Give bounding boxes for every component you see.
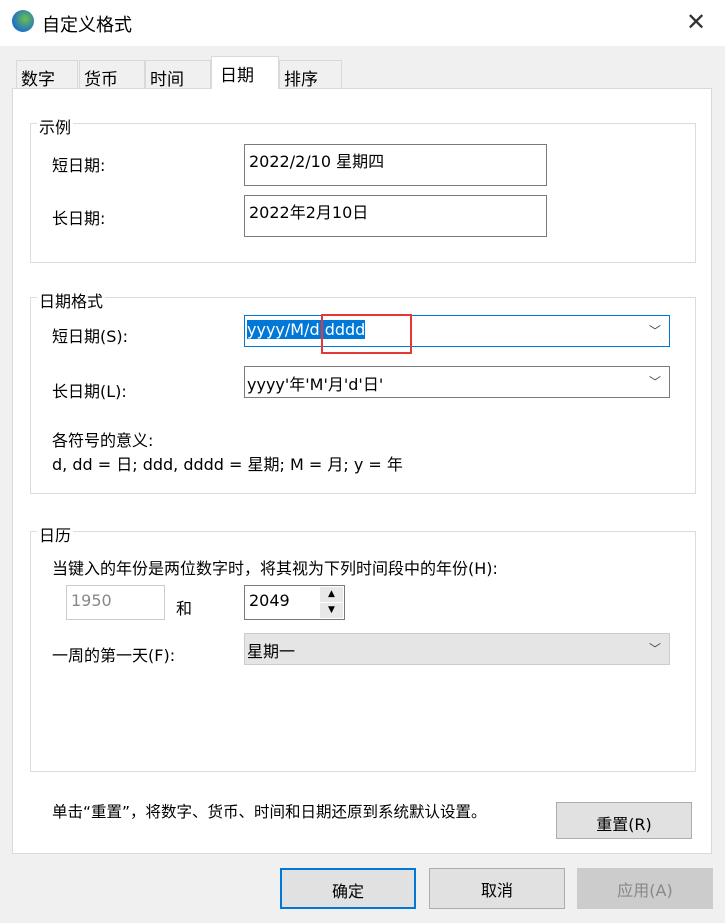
long-date-label: 长日期(L): — [52, 382, 127, 401]
spin-up-button[interactable]: ▲ — [320, 587, 343, 602]
from-year-field: 1950 — [66, 585, 165, 620]
legend-title: 各符号的意义: — [52, 431, 154, 450]
first-day-combo[interactable]: 星期一 ﹀ — [244, 633, 670, 665]
first-day-value: 星期一 — [247, 642, 296, 661]
apply-button[interactable]: 应用(A) — [577, 868, 713, 909]
globe-clock-icon — [12, 10, 34, 32]
example-long-label: 长日期: — [52, 209, 106, 228]
reset-button[interactable]: 重置(R) — [556, 802, 692, 839]
window-title: 自定义格式 — [42, 15, 132, 36]
short-date-combo[interactable]: yyyy/M/d dddd ﹀ — [244, 315, 670, 347]
highlight-box — [321, 314, 412, 354]
tab-time[interactable]: 时间 — [145, 60, 211, 90]
example-group-title: 示例 — [37, 114, 74, 138]
tab-currency[interactable]: 货币 — [79, 60, 145, 90]
and-label: 和 — [176, 599, 193, 618]
two-digit-year-label: 当键入的年份是两位数字时，将其视为下列时间段中的年份(H): — [52, 559, 498, 578]
short-date-label: 短日期(S): — [52, 327, 129, 346]
example-short-value: 2022/2/10 星期四 — [244, 144, 547, 186]
close-button[interactable]: ✕ — [686, 8, 706, 36]
reset-note: 单击“重置”，将数字、货币、时间和日期还原到系统默认设置。 — [52, 803, 487, 821]
date-format-group-title: 日期格式 — [37, 288, 106, 312]
tab-number[interactable]: 数字 — [16, 60, 78, 90]
example-long-value: 2022年2月10日 — [244, 195, 547, 237]
chevron-down-icon[interactable]: ﹀ — [649, 640, 661, 657]
chevron-down-icon[interactable]: ﹀ — [649, 373, 661, 390]
title-bar: 自定义格式 ✕ — [0, 0, 725, 46]
spin-down-button[interactable]: ▼ — [320, 603, 343, 618]
tab-sort[interactable]: 排序 — [279, 60, 342, 90]
long-date-value: yyyy'年'M'月'd'日' — [247, 375, 384, 394]
cancel-button[interactable]: 取消 — [429, 868, 565, 909]
tab-date[interactable]: 日期 — [211, 56, 279, 89]
chevron-down-icon[interactable]: ﹀ — [649, 322, 661, 339]
legend-text: d, dd = 日; ddd, dddd = 星期; M = 月; y = 年 — [52, 455, 403, 474]
first-day-label: 一周的第一天(F): — [52, 646, 176, 665]
calendar-group-title: 日历 — [37, 522, 74, 546]
example-short-label: 短日期: — [52, 156, 106, 175]
short-date-selected-pre: yyyy/M/ — [247, 320, 310, 339]
ok-button[interactable]: 确定 — [280, 868, 416, 909]
long-date-combo[interactable]: yyyy'年'M'月'd'日' ﹀ — [244, 366, 670, 398]
